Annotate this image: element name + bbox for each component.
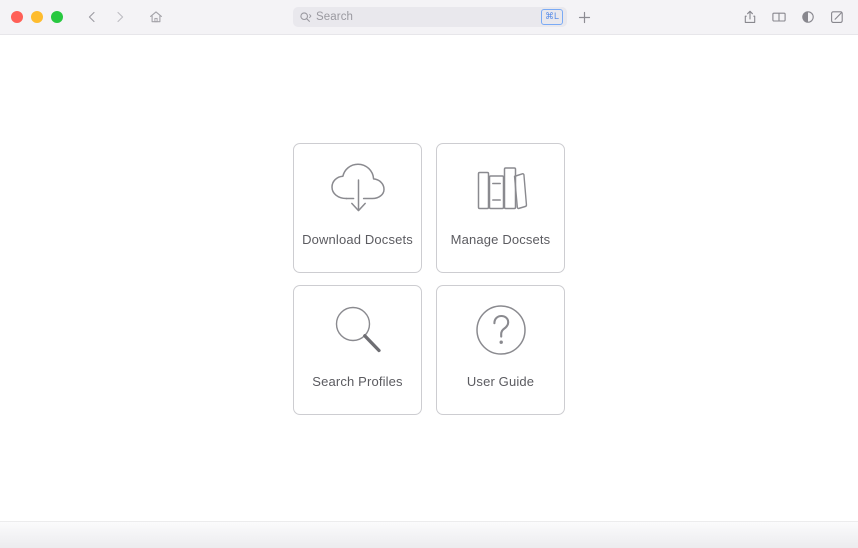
minimize-window-button[interactable] <box>31 11 43 23</box>
tile-label: Search Profiles <box>294 374 421 390</box>
tile-manage-docsets[interactable]: Manage Docsets <box>436 143 565 273</box>
share-icon <box>742 9 758 25</box>
search-shortcut-badge: ⌘L <box>541 9 563 25</box>
tile-user-guide[interactable]: User Guide <box>436 285 565 415</box>
tile-download-docsets[interactable]: Download Docsets <box>293 143 422 273</box>
shortcut-grid: Download Docsets Manage Docsets <box>293 143 565 415</box>
compose-button[interactable] <box>824 5 850 29</box>
zoom-window-button[interactable] <box>51 11 63 23</box>
plus-icon <box>577 10 592 25</box>
window-controls <box>0 11 63 23</box>
chevron-right-icon <box>113 10 127 24</box>
content-area: Download Docsets Manage Docsets <box>0 35 858 521</box>
tile-search-profiles[interactable]: Search Profiles <box>293 285 422 415</box>
tile-label: Manage Docsets <box>437 232 564 248</box>
navigation-buttons <box>79 5 169 29</box>
search-input[interactable]: Search <box>316 7 541 27</box>
appearance-button[interactable] <box>795 5 821 29</box>
books-icon <box>437 144 564 232</box>
toolbar-right-actions <box>737 5 850 29</box>
back-button[interactable] <box>79 5 105 29</box>
tile-label: User Guide <box>437 374 564 390</box>
new-tab-button[interactable] <box>574 7 594 27</box>
forward-button[interactable] <box>107 5 133 29</box>
appearance-icon <box>800 9 816 25</box>
search-icon <box>299 11 312 24</box>
tile-label: Download Docsets <box>294 232 421 248</box>
cloud-download-icon <box>294 144 421 232</box>
compose-icon <box>829 9 845 25</box>
chevron-left-icon <box>85 10 99 24</box>
search-field[interactable]: Search ⌘L <box>293 7 567 27</box>
home-icon <box>148 9 164 25</box>
app-window: Search ⌘L <box>0 0 858 548</box>
library-button[interactable] <box>766 5 792 29</box>
magnifier-icon <box>294 286 421 374</box>
search-bar[interactable]: Search ⌘L <box>293 7 567 27</box>
home-button[interactable] <box>143 5 169 29</box>
book-icon <box>771 9 787 25</box>
close-window-button[interactable] <box>11 11 23 23</box>
share-button[interactable] <box>737 5 763 29</box>
question-circle-icon <box>437 286 564 374</box>
status-bar <box>0 521 858 548</box>
toolbar: Search ⌘L <box>0 0 858 35</box>
